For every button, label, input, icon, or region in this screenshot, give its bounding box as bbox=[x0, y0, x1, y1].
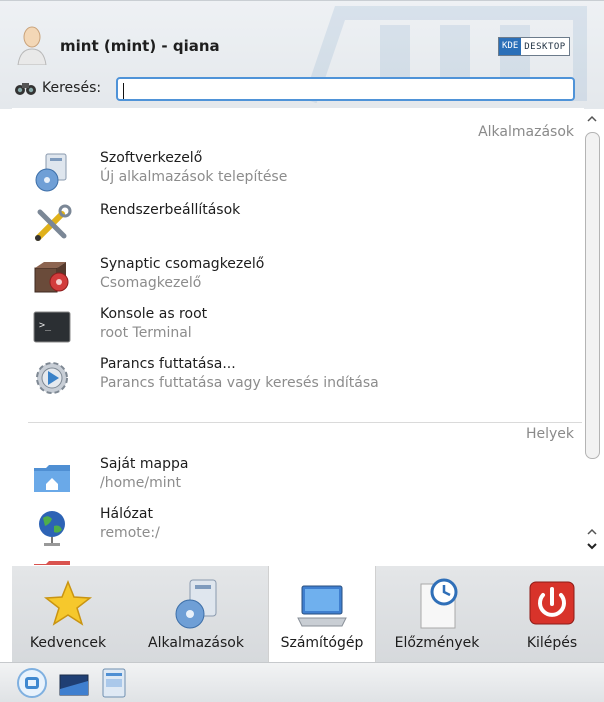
item-description: Új alkalmazások telepítése bbox=[100, 169, 288, 185]
desktop-badge-label: DESKTOP bbox=[524, 41, 566, 52]
tab-label: Kilépés bbox=[526, 635, 578, 651]
search-label: Keresés: bbox=[42, 80, 102, 96]
section-title-applications: Alkalmazások bbox=[478, 124, 574, 140]
user-avatar-icon[interactable] bbox=[16, 25, 48, 65]
item-title: Synaptic csomagkezelő bbox=[100, 256, 265, 272]
tab-leave[interactable]: Kilépés bbox=[500, 566, 604, 662]
software-manager-icon bbox=[35, 153, 67, 192]
list-scrollbar[interactable] bbox=[583, 108, 601, 565]
item-title: Rendszerbeállítások bbox=[100, 202, 241, 218]
tab-history[interactable]: Előzmények bbox=[374, 566, 500, 662]
item-title: Hálózat bbox=[100, 506, 153, 522]
terminal-icon: >_ bbox=[33, 311, 71, 343]
scroll-up-down-arrows-icon[interactable] bbox=[585, 526, 599, 554]
tab-computer[interactable]: Számítógép bbox=[268, 566, 376, 662]
item-description: remote:/ bbox=[100, 525, 160, 541]
section-title-places: Helyek bbox=[525, 426, 574, 442]
mint-menu-button-icon[interactable] bbox=[16, 667, 48, 699]
list-item-home-folder[interactable]: Saját mappa /home/mint bbox=[28, 454, 568, 500]
red-folder-icon bbox=[34, 561, 70, 565]
tab-label: Számítógép bbox=[280, 635, 364, 651]
computer-icon bbox=[297, 585, 347, 627]
history-clock-icon bbox=[420, 578, 458, 629]
list-item-partial[interactable] bbox=[28, 554, 568, 565]
run-command-icon bbox=[36, 362, 68, 394]
file-manager-icon[interactable] bbox=[98, 667, 130, 699]
item-description: /home/mint bbox=[100, 475, 182, 491]
item-title: Parancs futtatása... bbox=[100, 356, 236, 372]
scrollbar-thumb[interactable] bbox=[585, 132, 600, 459]
application-launcher-menu: mint (mint) - qiana KDE DESKTOP Keresés:… bbox=[0, 0, 604, 702]
item-description: root Terminal bbox=[100, 325, 192, 341]
tab-applications[interactable]: Alkalmazások bbox=[124, 566, 268, 662]
list-item-software-manager[interactable]: Szoftverkezelő Új alkalmazások telepítés… bbox=[28, 148, 568, 194]
home-folder-icon bbox=[34, 465, 70, 492]
list-item-run-command[interactable]: Parancs futtatása... Parancs futtatása v… bbox=[28, 354, 568, 400]
desktop-preview-icon[interactable] bbox=[58, 667, 90, 699]
applications-icon bbox=[175, 579, 217, 629]
kde-badge-label: KDE bbox=[499, 38, 522, 55]
launcher-tab-bar: Kedvencek Alkalmazások Számítógép Előzmé… bbox=[12, 566, 604, 662]
search-caret bbox=[123, 83, 124, 99]
tab-label: Előzmények bbox=[394, 635, 480, 651]
tab-favorites[interactable]: Kedvencek bbox=[12, 566, 124, 662]
star-icon bbox=[43, 579, 93, 626]
search-input[interactable] bbox=[116, 77, 575, 101]
power-icon bbox=[529, 581, 575, 625]
network-globe-icon bbox=[39, 511, 65, 546]
launcher-header: mint (mint) - qiana KDE DESKTOP Keresés: bbox=[0, 0, 604, 109]
list-item-system-settings[interactable]: Rendszerbeállítások bbox=[28, 200, 568, 246]
item-description: Csomagkezelő bbox=[100, 275, 202, 291]
item-title: Szoftverkezelő bbox=[100, 150, 203, 166]
launcher-list: Alkalmazások Szoftverkezelő Új alkalmazá… bbox=[12, 108, 584, 565]
item-title: Saját mappa bbox=[100, 456, 189, 472]
list-item-network[interactable]: Hálózat remote:/ bbox=[28, 504, 568, 550]
item-description: Parancs futtatása vagy keresés indítása bbox=[100, 375, 379, 391]
scroll-up-arrow-icon[interactable] bbox=[585, 112, 599, 126]
section-divider bbox=[28, 422, 582, 423]
svg-text:>_: >_ bbox=[39, 320, 52, 331]
list-item-konsole-root[interactable]: >_ Konsole as root root Terminal bbox=[28, 304, 568, 350]
tab-label: Kedvencek bbox=[29, 635, 107, 651]
user-title: mint (mint) - qiana bbox=[60, 37, 220, 55]
panel-taskbar bbox=[0, 662, 604, 702]
kde-desktop-badge: KDE DESKTOP bbox=[498, 37, 570, 56]
synaptic-icon bbox=[34, 262, 69, 293]
binoculars-search-icon bbox=[15, 83, 36, 95]
list-item-synaptic[interactable]: Synaptic csomagkezelő Csomagkezelő bbox=[28, 254, 568, 300]
tab-label: Alkalmazások bbox=[148, 635, 244, 651]
system-settings-icon bbox=[35, 204, 72, 241]
item-title: Konsole as root bbox=[100, 306, 208, 322]
